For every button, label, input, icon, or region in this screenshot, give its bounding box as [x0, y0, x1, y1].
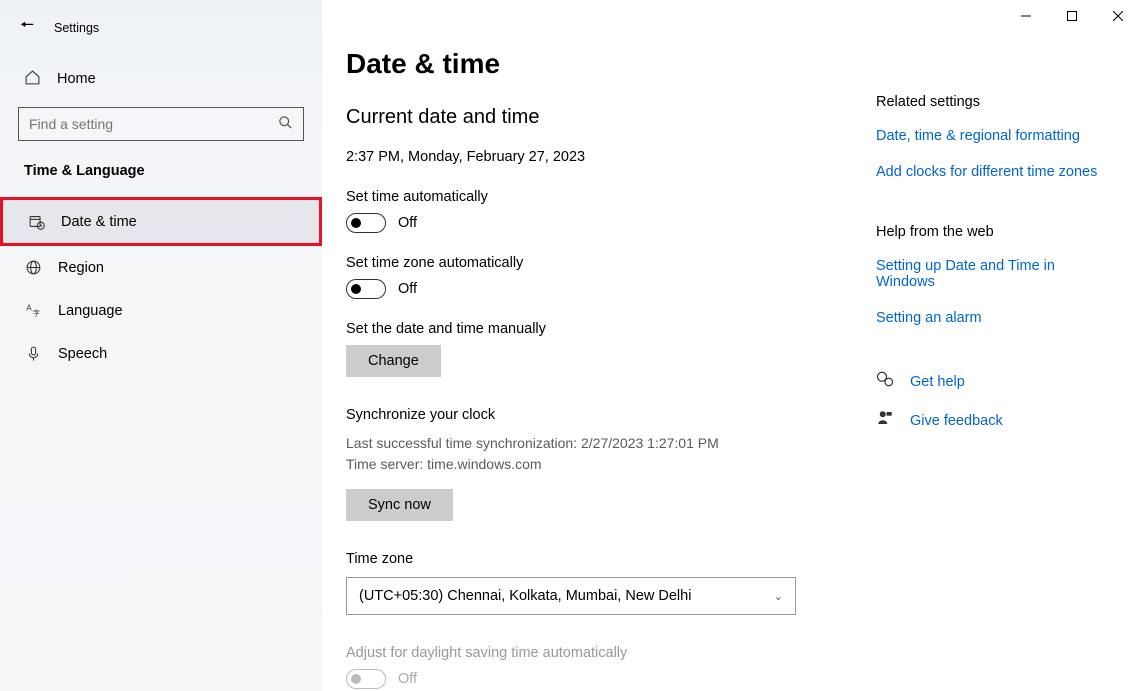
get-help-row[interactable]: Get help: [876, 370, 1101, 393]
nav-language[interactable]: A字 Language: [0, 289, 322, 332]
globe-icon: [24, 259, 42, 276]
sync-info: Last successful time synchronization: 2/…: [346, 433, 796, 475]
set-tz-auto-state: Off: [398, 281, 417, 297]
dst-state: Off: [398, 671, 417, 687]
link-add-clocks[interactable]: Add clocks for different time zones: [876, 164, 1101, 180]
sync-head: Synchronize your clock: [346, 407, 796, 423]
set-time-auto-label: Set time automatically: [346, 189, 796, 205]
feedback-icon: [876, 409, 894, 432]
settings-window: 🠔 Settings Home Time & Language Date & t…: [0, 0, 1141, 691]
back-icon[interactable]: 🠔: [20, 14, 34, 41]
search-input[interactable]: [29, 116, 278, 132]
page-title: Date & time: [346, 48, 796, 80]
set-time-auto-toggle[interactable]: [346, 213, 386, 233]
sync-server: Time server: time.windows.com: [346, 454, 796, 475]
manual-dt-label: Set the date and time manually: [346, 321, 796, 337]
search-box[interactable]: [18, 107, 304, 141]
feedback-row[interactable]: Give feedback: [876, 409, 1101, 432]
nav-category: Time & Language: [0, 163, 322, 197]
close-button[interactable]: [1095, 0, 1141, 32]
set-tz-auto-label: Set time zone automatically: [346, 255, 796, 271]
sync-last: Last successful time synchronization: 2/…: [346, 433, 796, 454]
nav-item-label: Speech: [58, 346, 107, 362]
dst-label: Adjust for daylight saving time automati…: [346, 645, 796, 661]
home-icon: [24, 69, 41, 89]
get-help-link[interactable]: Get help: [910, 374, 965, 390]
related-settings-head: Related settings: [876, 94, 1101, 110]
nav-item-label: Region: [58, 260, 104, 276]
settings-column: Date & time Current date and time 2:37 P…: [346, 48, 796, 671]
set-time-auto-state: Off: [398, 215, 417, 231]
get-help-icon: [876, 370, 894, 393]
link-help-alarm[interactable]: Setting an alarm: [876, 310, 1101, 326]
search-icon: [278, 115, 293, 133]
svg-text:字: 字: [32, 308, 39, 317]
maximize-button[interactable]: [1049, 0, 1095, 32]
current-dt-value: 2:37 PM, Monday, February 27, 2023: [346, 149, 796, 165]
feedback-link[interactable]: Give feedback: [910, 413, 1003, 429]
language-icon: A字: [24, 302, 42, 319]
set-tz-auto-toggle[interactable]: [346, 279, 386, 299]
dst-toggle: [346, 669, 386, 689]
help-web-head: Help from the web: [876, 224, 1101, 240]
nav-item-label: Date & time: [61, 214, 137, 230]
minimize-button[interactable]: [1003, 0, 1049, 32]
nav-region[interactable]: Region: [0, 246, 322, 289]
link-date-regional[interactable]: Date, time & regional formatting: [876, 128, 1101, 144]
nav-date-time[interactable]: Date & time: [0, 197, 322, 246]
svg-text:A: A: [26, 304, 32, 313]
change-button[interactable]: Change: [346, 345, 441, 377]
calendar-clock-icon: [27, 213, 45, 230]
sync-now-button[interactable]: Sync now: [346, 489, 453, 521]
nav-home[interactable]: Home: [0, 59, 322, 99]
app-title: Settings: [54, 21, 99, 35]
microphone-icon: [24, 345, 42, 362]
titlebar-left: 🠔 Settings: [0, 8, 322, 59]
nav-item-label: Language: [58, 303, 123, 319]
link-help-setup-dt[interactable]: Setting up Date and Time in Windows: [876, 258, 1101, 290]
nav-home-label: Home: [57, 71, 96, 87]
timezone-dropdown[interactable]: (UTC+05:30) Chennai, Kolkata, Mumbai, Ne…: [346, 577, 796, 615]
sidebar: 🠔 Settings Home Time & Language Date & t…: [0, 0, 322, 691]
related-column: Related settings Date, time & regional f…: [876, 48, 1101, 671]
timezone-label: Time zone: [346, 551, 796, 567]
nav-speech[interactable]: Speech: [0, 332, 322, 375]
timezone-value: (UTC+05:30) Chennai, Kolkata, Mumbai, Ne…: [359, 588, 691, 604]
chevron-down-icon: ⌄: [774, 590, 783, 603]
window-controls: [1003, 0, 1141, 32]
main-content: Date & time Current date and time 2:37 P…: [322, 0, 1141, 691]
current-dt-head: Current date and time: [346, 106, 796, 129]
